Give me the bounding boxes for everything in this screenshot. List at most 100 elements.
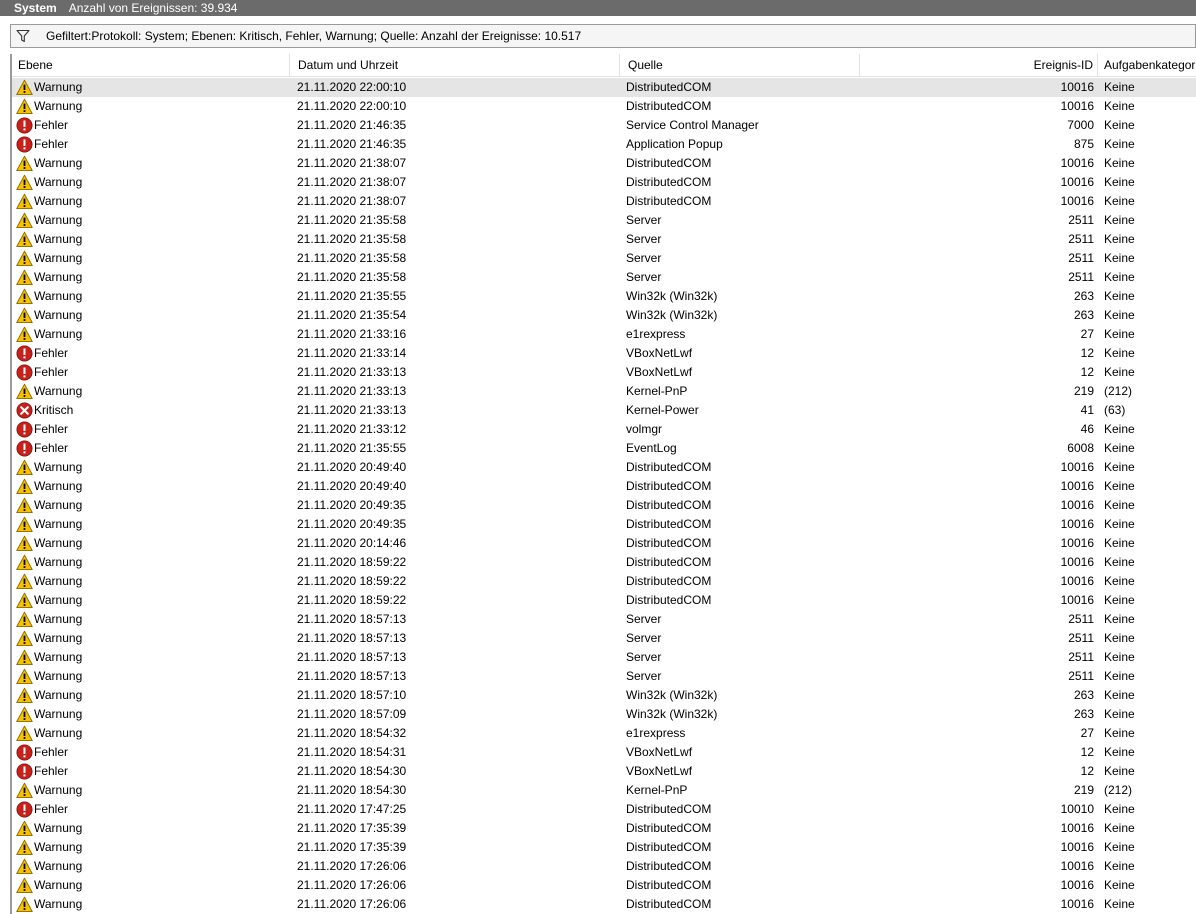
- table-row[interactable]: Warnung 21.11.2020 18:57:13 Server 2511 Kein…: [12, 667, 1196, 686]
- table-row[interactable]: Warnung 21.11.2020 20:49:35 DistributedCOM…: [12, 515, 1196, 534]
- table-row[interactable]: Warnung 21.11.2020 18:59:22 DistributedCOM…: [12, 591, 1196, 610]
- table-row[interactable]: Warnung 21.11.2020 21:38:07 DistributedCOM…: [12, 192, 1196, 211]
- task-category-cell: Keine: [1104, 118, 1135, 132]
- table-row[interactable]: Fehler 21.11.2020 21:33:13 VBoxNetLwf 12 Kei…: [12, 363, 1196, 382]
- date-cell: 21.11.2020 18:57:13: [297, 669, 407, 683]
- date-cell: 21.11.2020 18:57:13: [297, 612, 407, 626]
- table-row[interactable]: Warnung 21.11.2020 17:35:39 DistributedCOM…: [12, 819, 1196, 838]
- level-label: Warnung: [34, 80, 83, 94]
- error-icon: [16, 136, 33, 153]
- task-category-cell: Keine: [1104, 99, 1135, 113]
- date-cell: 21.11.2020 21:38:07: [297, 175, 407, 189]
- level-cell: Warnung: [16, 534, 286, 553]
- level-label: Fehler: [34, 745, 69, 759]
- event-count: Anzahl von Ereignissen: 39.934: [68, 1, 238, 15]
- table-row[interactable]: Warnung 21.11.2020 20:49:35 DistributedCOM…: [12, 496, 1196, 515]
- event-list[interactable]: Ebene Datum und Uhrzeit Quelle Ereignis-…: [10, 54, 1196, 914]
- table-row[interactable]: Fehler 21.11.2020 18:54:31 VBoxNetLwf 12 Kei…: [12, 743, 1196, 762]
- level-cell: Warnung: [16, 895, 286, 914]
- table-row[interactable]: Warnung 21.11.2020 22:00:10 DistributedCOM…: [12, 78, 1196, 97]
- task-category-cell: Keine: [1104, 821, 1135, 835]
- table-row[interactable]: Warnung 21.11.2020 17:26:06 DistributedCOM…: [12, 876, 1196, 895]
- table-row[interactable]: Warnung 21.11.2020 18:59:22 DistributedCOM…: [12, 572, 1196, 591]
- level-cell: Warnung: [16, 838, 286, 857]
- error-icon: [16, 421, 33, 438]
- date-cell: 21.11.2020 17:35:39: [297, 821, 407, 835]
- table-row[interactable]: Warnung 21.11.2020 21:38:07 DistributedCOM…: [12, 154, 1196, 173]
- table-row[interactable]: Warnung 21.11.2020 17:26:06 DistributedCOM…: [12, 895, 1196, 914]
- date-cell: 21.11.2020 21:33:14: [297, 346, 407, 360]
- table-row[interactable]: Warnung 21.11.2020 22:00:10 DistributedCOM…: [12, 97, 1196, 116]
- table-row[interactable]: Warnung 21.11.2020 17:35:39 DistributedCOM…: [12, 838, 1196, 857]
- table-row[interactable]: Warnung 21.11.2020 18:54:30 Kernel-PnP 219(…: [12, 781, 1196, 800]
- table-row[interactable]: Warnung 21.11.2020 20:49:40 DistributedCOM…: [12, 458, 1196, 477]
- column-header-source[interactable]: Quelle: [620, 54, 860, 77]
- date-cell: 21.11.2020 21:33:13: [297, 403, 407, 417]
- table-row[interactable]: Warnung 21.11.2020 18:57:09 Win32k (Win32k…: [12, 705, 1196, 724]
- event-id-cell: 875: [1073, 137, 1094, 151]
- date-cell: 21.11.2020 22:00:10: [297, 80, 407, 94]
- level-cell: Warnung: [16, 154, 286, 173]
- table-row[interactable]: Warnung 21.11.2020 18:57:10 Win32k (Win32k…: [12, 686, 1196, 705]
- table-row[interactable]: Warnung 21.11.2020 21:35:58 Server 2511 Kein…: [12, 211, 1196, 230]
- level-cell: Warnung: [16, 876, 286, 895]
- table-row[interactable]: Warnung 21.11.2020 21:35:54 Win32k (Win32k…: [12, 306, 1196, 325]
- warning-icon: [16, 459, 33, 476]
- column-header-date[interactable]: Datum und Uhrzeit: [290, 54, 620, 77]
- level-cell: Fehler: [16, 439, 286, 458]
- column-header-event-id[interactable]: Ereignis-ID: [860, 54, 1098, 77]
- warning-icon: [16, 288, 33, 305]
- table-row[interactable]: Warnung 21.11.2020 18:59:22 DistributedCOM…: [12, 553, 1196, 572]
- task-category-cell: Keine: [1104, 707, 1135, 721]
- level-cell: Warnung: [16, 781, 286, 800]
- table-row[interactable]: Fehler 21.11.2020 21:46:35 Application Pop…: [12, 135, 1196, 154]
- level-label: Warnung: [34, 536, 83, 550]
- table-row[interactable]: Warnung 21.11.2020 17:26:06 DistributedCOM…: [12, 857, 1196, 876]
- table-row[interactable]: Fehler 21.11.2020 21:33:14 VBoxNetLwf 12 Kei…: [12, 344, 1196, 363]
- task-category-cell: Keine: [1104, 631, 1135, 645]
- table-row[interactable]: Warnung 21.11.2020 18:57:13 Server 2511 Kein…: [12, 610, 1196, 629]
- date-cell: 21.11.2020 21:33:13: [297, 365, 407, 379]
- level-label: Warnung: [34, 270, 83, 284]
- event-id-cell: 10016: [1060, 498, 1094, 512]
- table-row[interactable]: Kritisch 21.11.2020 21:33:13 Kernel-Power 4…: [12, 401, 1196, 420]
- level-cell: Warnung: [16, 857, 286, 876]
- table-row[interactable]: Warnung 21.11.2020 21:38:07 DistributedCOM…: [12, 173, 1196, 192]
- table-row[interactable]: Warnung 21.11.2020 20:49:40 DistributedCOM…: [12, 477, 1196, 496]
- column-header-task-category[interactable]: Aufgabenkategor: [1098, 54, 1196, 77]
- level-cell: Fehler: [16, 344, 286, 363]
- column-header-level[interactable]: Ebene: [12, 54, 290, 77]
- table-row[interactable]: Fehler 21.11.2020 21:33:12 volmgr 46 Keine: [12, 420, 1196, 439]
- level-label: Warnung: [34, 251, 83, 265]
- level-label: Warnung: [34, 631, 83, 645]
- table-row[interactable]: Warnung 21.11.2020 21:35:58 Server 2511 Kein…: [12, 249, 1196, 268]
- level-label: Warnung: [34, 517, 83, 531]
- table-row[interactable]: Fehler 21.11.2020 21:35:55 EventLog 6008 Kei…: [12, 439, 1196, 458]
- table-row[interactable]: Warnung 21.11.2020 21:35:58 Server 2511 Kein…: [12, 268, 1196, 287]
- table-row[interactable]: Warnung 21.11.2020 21:35:55 Win32k (Win32k…: [12, 287, 1196, 306]
- task-category-cell: Keine: [1104, 251, 1135, 265]
- table-row[interactable]: Warnung 21.11.2020 20:14:46 DistributedCOM…: [12, 534, 1196, 553]
- left-pane-edge: [0, 16, 8, 914]
- table-row[interactable]: Fehler 21.11.2020 18:54:30 VBoxNetLwf 12 Kei…: [12, 762, 1196, 781]
- table-row[interactable]: Fehler 21.11.2020 21:46:35 Service Control…: [12, 116, 1196, 135]
- table-row[interactable]: Warnung 21.11.2020 18:57:13 Server 2511 Kein…: [12, 629, 1196, 648]
- date-cell: 21.11.2020 21:35:55: [297, 289, 407, 303]
- table-row[interactable]: Warnung 21.11.2020 21:33:13 Kernel-PnP 219(…: [12, 382, 1196, 401]
- table-row[interactable]: Warnung 21.11.2020 21:35:58 Server 2511 Kein…: [12, 230, 1196, 249]
- date-cell: 21.11.2020 21:38:07: [297, 194, 407, 208]
- warning-icon: [16, 858, 33, 875]
- task-category-cell: Keine: [1104, 650, 1135, 664]
- table-row[interactable]: Fehler 21.11.2020 17:47:25 DistributedCOM 1…: [12, 800, 1196, 819]
- table-row[interactable]: Warnung 21.11.2020 18:57:13 Server 2511 Kein…: [12, 648, 1196, 667]
- event-id-cell: 10016: [1060, 555, 1094, 569]
- level-label: Warnung: [34, 650, 83, 664]
- table-row[interactable]: Warnung 21.11.2020 18:54:32 e1rexpress 27 Ke…: [12, 724, 1196, 743]
- table-row[interactable]: Warnung 21.11.2020 21:33:16 e1rexpress 27 Ke…: [12, 325, 1196, 344]
- date-cell: 21.11.2020 22:00:10: [297, 99, 407, 113]
- warning-icon: [16, 535, 33, 552]
- warning-icon: [16, 79, 33, 96]
- warning-icon: [16, 896, 33, 913]
- event-id-cell: 10016: [1060, 80, 1094, 94]
- level-label: Warnung: [34, 821, 83, 835]
